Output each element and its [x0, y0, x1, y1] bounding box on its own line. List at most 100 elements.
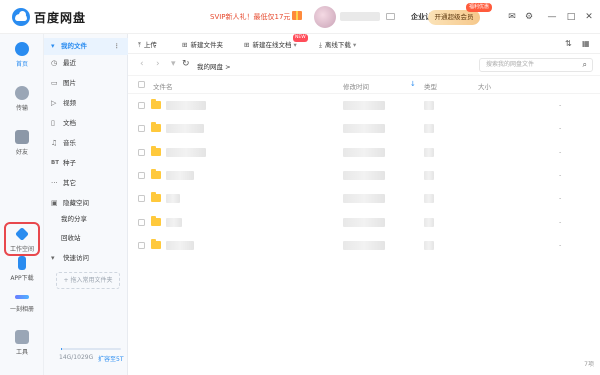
column-header-name[interactable]: 文件名 — [153, 81, 173, 91]
rail-label: 传输 — [15, 105, 28, 112]
rail-item-tools[interactable]: 工具 — [0, 330, 44, 356]
rail-item-album[interactable]: 一刻相册 — [0, 290, 44, 313]
gift-icon[interactable] — [292, 11, 302, 20]
file-type — [424, 194, 434, 204]
table-row[interactable]: - — [128, 117, 600, 140]
table-row[interactable]: - — [128, 164, 600, 187]
file-name[interactable] — [166, 194, 180, 204]
row-checkbox[interactable] — [138, 125, 145, 133]
row-checkbox[interactable] — [138, 148, 145, 156]
left-rail: 首页 传输 好友 工作空间 APP下载 一刻相册 工具 — [0, 34, 44, 375]
svip-promo-link[interactable]: SVIP新人礼！最低仅17元 — [210, 12, 290, 22]
file-name[interactable] — [166, 101, 206, 110]
sort-list-icon[interactable]: ⇅ — [565, 39, 572, 48]
sidebar-item-label: 图片 — [63, 79, 76, 87]
maximize-icon[interactable]: □ — [566, 12, 576, 22]
close-icon[interactable]: ✕ — [584, 12, 594, 22]
item-count: 7项 — [584, 361, 594, 368]
play-icon: ▷ — [51, 99, 57, 107]
chevron-down-icon: ▾ — [352, 41, 357, 49]
file-name[interactable] — [166, 147, 206, 157]
sidebar-item-docs[interactable]: ▯ 文档 — [44, 115, 128, 132]
column-header-size[interactable]: 大小 — [478, 81, 491, 91]
folder-icon — [151, 145, 161, 156]
new-folder-button[interactable]: ⊞ 新建文件夹 — [182, 39, 223, 49]
minimize-icon[interactable]: — — [547, 12, 557, 22]
sidebar-item-images[interactable]: ▭ 图片 — [44, 75, 128, 92]
sidebar-item-my-share[interactable]: 我的分享 — [44, 211, 128, 228]
sidebar-item-quick-access[interactable]: ▾ 快速访问 — [44, 250, 128, 267]
sidebar-item-my-files[interactable]: ▾ 我的文件 ⋮ — [44, 38, 128, 55]
column-header-modified[interactable]: 修改时间 — [343, 81, 369, 91]
file-size: - — [559, 101, 562, 109]
rail-label: 一刻相册 — [9, 306, 34, 313]
rail-item-home[interactable]: 首页 — [0, 42, 44, 68]
row-checkbox[interactable] — [138, 102, 145, 109]
phone-icon — [18, 256, 26, 270]
sidebar-item-label: 视频 — [63, 99, 76, 107]
sidebar-item-label: 回收站 — [61, 234, 81, 242]
column-header-type[interactable]: 类型 — [424, 81, 437, 91]
sidebar-item-videos[interactable]: ▷ 视频 — [44, 95, 128, 112]
friends-icon — [15, 130, 29, 144]
expand-storage-link[interactable]: 扩容至5T — [98, 354, 123, 363]
forward-icon[interactable]: › — [156, 59, 160, 69]
select-all-checkbox[interactable] — [138, 81, 145, 88]
folder-icon — [151, 99, 161, 109]
file-name[interactable] — [166, 240, 194, 250]
back-icon[interactable]: ‹ — [140, 59, 144, 69]
chevron-down-icon[interactable]: ▾ — [171, 59, 176, 69]
diamond-icon[interactable] — [386, 13, 395, 20]
rail-label: 工具 — [15, 349, 28, 356]
search-input[interactable]: 搜索我的网盘文件 ⌕ — [479, 58, 593, 72]
add-common-folder-dropzone[interactable]: + 拖入常用文件夹 — [56, 272, 120, 289]
file-name[interactable] — [166, 124, 204, 134]
bt-icon: BT — [51, 160, 59, 166]
table-row[interactable]: - — [128, 234, 600, 257]
sidebar-item-label: 快速访问 — [63, 254, 89, 262]
file-name[interactable] — [166, 217, 182, 227]
table-row[interactable]: - — [128, 211, 600, 234]
new-online-doc-button[interactable]: ⊞ 新建在线文档 ▾ — [244, 39, 297, 49]
sort-desc-icon[interactable]: ↓ — [410, 80, 416, 88]
table-row[interactable]: - — [128, 187, 600, 210]
row-checkbox[interactable] — [138, 241, 145, 249]
caret-down-icon: ▾ — [51, 254, 55, 262]
search-icon[interactable]: ⌕ — [583, 59, 587, 71]
modified-time — [343, 124, 385, 134]
settings-icon[interactable]: ⚙ — [524, 12, 534, 22]
sidebar-item-music[interactable]: ♫ 音乐 — [44, 135, 128, 152]
table-row[interactable]: - — [128, 141, 600, 164]
sidebar-item-recycle-bin[interactable]: 回收站 — [44, 230, 128, 247]
file-size: - — [559, 170, 562, 179]
row-checkbox[interactable] — [138, 171, 145, 179]
breadcrumb[interactable]: 我的网盘 > — [197, 61, 231, 71]
rail-item-transfer[interactable]: 传输 — [0, 86, 44, 112]
row-checkbox[interactable] — [138, 195, 145, 203]
offline-download-button[interactable]: ⤓ 离线下载 ▾ — [319, 39, 356, 50]
sidebar-item-torrents[interactable]: BT 种子 — [44, 155, 128, 172]
sidebar-item-label: 最近 — [63, 59, 76, 67]
sidebar-item-other[interactable]: ··· 其它 — [44, 175, 128, 192]
rail-item-friends[interactable]: 好友 — [0, 130, 44, 156]
upload-button[interactable]: ⤒ 上传 — [138, 39, 157, 50]
file-name[interactable] — [166, 170, 194, 180]
file-type — [424, 124, 434, 134]
baidu-netdisk-logo-icon — [12, 8, 30, 26]
sidebar-item-hidden-space[interactable]: ▣ 隐藏空间 — [44, 195, 128, 212]
grid-icon — [15, 330, 29, 344]
caret-down-icon: ▾ — [51, 42, 55, 50]
grid-view-icon[interactable]: ▦ — [582, 39, 590, 48]
more-icon[interactable]: ⋮ — [114, 38, 121, 55]
cloud-icon — [15, 42, 29, 56]
username[interactable] — [340, 12, 380, 21]
file-type — [424, 147, 434, 157]
sidebar-item-recent[interactable]: ◷ 最近 — [44, 55, 128, 72]
open-vip-button[interactable]: 开通超级会员 — [428, 10, 480, 25]
row-checkbox[interactable] — [138, 218, 145, 226]
avatar[interactable] — [314, 6, 336, 28]
refresh-icon[interactable]: ↻ — [182, 59, 190, 69]
table-row[interactable]: - — [128, 94, 600, 117]
mail-icon[interactable]: ✉ — [507, 12, 517, 22]
rail-item-app-download[interactable]: APP下载 — [0, 256, 44, 282]
